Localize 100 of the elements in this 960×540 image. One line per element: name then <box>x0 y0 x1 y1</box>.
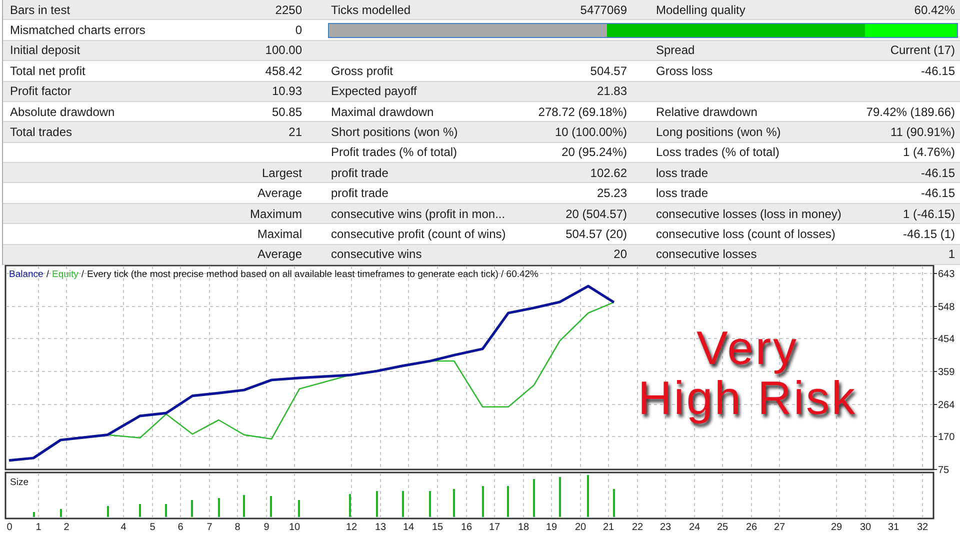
chart-title: Every tick (the most precise method based on all available least timeframes to generate each tick) / 60.42% <box>87 268 539 282</box>
stat-value: 10.93 <box>272 84 302 98</box>
axis-label: 31 <box>888 522 900 533</box>
stat-label: Gross profit <box>331 64 394 78</box>
stat-label: Mismatched charts errors <box>10 23 146 38</box>
stat-label: Absolute drawdown <box>10 104 115 119</box>
stat-label: Loss trades (% of total) <box>656 145 780 160</box>
stat-value: 5477069 <box>580 2 627 17</box>
stat-value: 20 (95.24%) <box>562 145 627 160</box>
axis-label: 32 <box>916 522 928 533</box>
stat-label: loss trade <box>656 166 708 180</box>
stat-value: 50.85 <box>272 104 302 119</box>
stat-value: 79.42% (189.66) <box>866 104 955 119</box>
axis-label: 0 <box>6 522 12 533</box>
stat-value: 25.23 <box>596 186 627 200</box>
stat-label: Expected payoff <box>331 84 417 98</box>
stat-value: 20 <box>614 247 627 262</box>
stat-value: 100.00 <box>265 43 302 58</box>
stat-value: 102.62 <box>590 166 627 180</box>
stat-value: 21.83 <box>596 84 627 98</box>
stat-label: Ticks modelled <box>331 2 411 17</box>
stat-label: Initial deposit <box>10 43 80 58</box>
axis-label: 359 <box>938 367 955 378</box>
stat-value: Maximum <box>250 206 302 221</box>
axis-label: 4 <box>120 522 126 533</box>
axis-label: 1 <box>36 522 42 533</box>
warning-text: Very High Risk <box>636 323 858 423</box>
axis-label: 16 <box>460 522 472 533</box>
legend-label: Equity <box>52 268 78 282</box>
axis-label: 9 <box>264 522 270 533</box>
stat-label: Profit factor <box>10 84 72 98</box>
stat-value: -46.15 <box>920 64 955 78</box>
axis-label: 18 <box>518 522 530 533</box>
stat-label: Modelling quality <box>656 2 746 17</box>
stat-value: 10 (100.00%) <box>554 124 627 139</box>
stat-value: Average <box>258 247 302 262</box>
panel-label: Size <box>10 476 28 490</box>
axis-label: 12 <box>346 522 358 533</box>
stat-label: Relative drawdown <box>656 104 758 119</box>
separator-text: / <box>46 268 49 282</box>
stat-value: 1 (-46.15) <box>902 206 955 221</box>
axis-label: 22 <box>632 522 644 533</box>
axis-label: 643 <box>938 269 955 280</box>
axis-label: 75 <box>938 465 950 476</box>
stat-value: 1 (4.76%) <box>902 145 955 160</box>
axis-label: 548 <box>938 302 955 313</box>
axis-label: 170 <box>938 432 955 443</box>
stat-label: consecutive losses (loss in money) <box>656 206 842 221</box>
stat-label: Total net profit <box>10 64 86 78</box>
axis-label: 6 <box>178 522 184 533</box>
legend-label: Balance <box>9 268 44 282</box>
axis-label: 25 <box>716 522 728 533</box>
stat-label: profit trade <box>331 186 388 200</box>
stat-value: -46.15 (1) <box>902 226 955 241</box>
axis-label: 8 <box>234 522 240 533</box>
axis-label: 29 <box>830 522 842 533</box>
stat-label: Maximal drawdown <box>331 104 434 119</box>
stat-value: 11 (90.91%) <box>890 124 955 139</box>
stat-label: consecutive losses <box>656 247 757 262</box>
axis-label: 264 <box>938 400 955 411</box>
stat-value: -46.15 <box>920 186 955 200</box>
stat-value: -46.15 <box>920 166 955 180</box>
stat-label: consecutive wins <box>331 247 422 262</box>
axis-label: 454 <box>938 334 955 345</box>
stat-value: 2250 <box>275 2 302 17</box>
stat-value: 1 <box>948 247 955 262</box>
axis-label: 17 <box>488 522 500 533</box>
stat-value: 20 (504.57) <box>566 206 627 221</box>
axis-label: 30 <box>860 522 872 533</box>
axis-label: 7 <box>206 522 212 533</box>
stat-value: 21 <box>288 124 302 139</box>
axis-label: 23 <box>660 522 672 533</box>
stat-label: consecutive wins (profit in mon... <box>331 206 506 221</box>
stat-label: Gross loss <box>656 64 713 78</box>
axis-label: 10 <box>288 522 300 533</box>
stat-value: 504.57 (20) <box>566 226 627 241</box>
stat-label: consecutive profit (count of wins) <box>331 226 506 241</box>
axis-label: 2 <box>64 522 70 533</box>
stat-value: 504.57 <box>590 64 627 78</box>
axis-label: 5 <box>150 522 156 533</box>
stat-label: loss trade <box>656 186 708 200</box>
stat-value: Maximal <box>257 226 302 241</box>
stat-label: Bars in test <box>10 2 70 17</box>
stat-value: Current (17) <box>890 43 955 58</box>
stat-label: Short positions (won %) <box>331 124 458 139</box>
axis-label: 26 <box>746 522 758 533</box>
stat-label: Total trades <box>10 124 72 139</box>
axis-label: 27 <box>774 522 786 533</box>
stat-value: Largest <box>262 166 302 180</box>
stat-value: 458.42 <box>265 64 302 78</box>
axis-label: 15 <box>432 522 444 533</box>
separator-text: / <box>81 268 84 282</box>
stat-label: Long positions (won %) <box>656 124 781 139</box>
stat-value: 0 <box>295 23 302 38</box>
axis-label: 20 <box>574 522 586 533</box>
axis-label: 13 <box>374 522 386 533</box>
stat-label: consecutive loss (count of losses) <box>656 226 836 241</box>
axis-label: 21 <box>602 522 614 533</box>
stat-label: profit trade <box>331 166 388 180</box>
stat-label: Profit trades (% of total) <box>331 145 458 160</box>
